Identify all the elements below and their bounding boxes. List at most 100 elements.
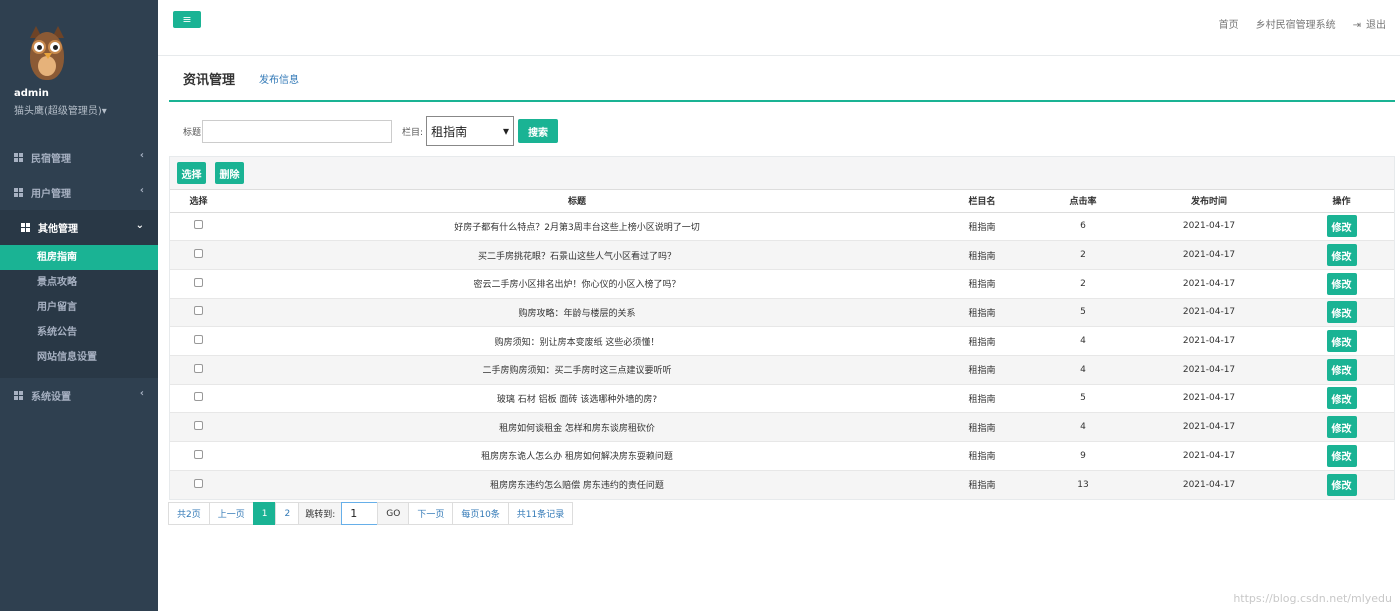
sidebar-nav: 民宿管理 ‹ 用户管理 ‹ 其他管理 ⌄ 租房指南 景点攻略 用户留言 系统公告… [0,140,158,413]
prev-page-button[interactable]: 上一页 [208,502,254,525]
delete-button[interactable]: 删除 [215,162,244,184]
row-actions: 修改 [1289,211,1394,241]
row-checkbox-cell [170,354,227,385]
sidebar-subitem-attractions[interactable]: 景点攻略 [0,270,158,295]
page-header: 资讯管理 发布信息 [169,56,1395,102]
row-checkbox[interactable] [194,449,203,459]
row-checkbox[interactable] [194,392,203,402]
row-actions: 修改 [1289,268,1394,299]
jump-label: 跳转到: [298,502,343,525]
row-checkbox[interactable] [194,478,203,488]
row-column: 租指南 [927,297,1037,327]
caret-down-icon: ▾ [503,124,510,138]
row-title: 租房房东违约怎么赔偿 房东违约的责任问题 [227,469,927,499]
next-page-button[interactable]: 下一页 [408,502,454,525]
sidebar-subitem-rental-guide[interactable]: 租房指南 [0,245,158,270]
chevron-left-icon: ‹ [139,150,144,161]
main-content: 资讯管理 发布信息 标题 栏目: 租指南 ▾ 搜索 选择 删除 选择 标题 栏目… [158,56,1400,611]
sidebar-item-system[interactable]: 系统设置 ‹ [0,378,158,413]
edit-button[interactable]: 修改 [1326,330,1357,353]
edit-button[interactable]: 修改 [1326,215,1357,238]
chevron-left-icon: ‹ [139,388,144,399]
per-page-label[interactable]: 每页10条 [452,502,509,525]
row-clicks: 2 [1037,268,1129,299]
table-row: 买二手房挑花眼？石景山这些人气小区看过了吗？ 租指南 2 2021-04-17 修改 [170,240,1394,270]
edit-button[interactable]: 修改 [1326,473,1357,496]
sidebar-subitem-site-settings[interactable]: 网站信息设置 [0,345,158,370]
grid-icon [21,223,30,232]
page-title: 资讯管理 [183,72,236,88]
row-column: 租指南 [927,354,1037,385]
logout-link[interactable]: ⇥ 退出 [1353,16,1386,31]
sidebar-subitem-messages[interactable]: 用户留言 [0,295,158,320]
edit-button[interactable]: 修改 [1326,301,1357,324]
row-title: 密云二手房小区排名出炉！你心仪的小区入榜了吗？ [227,268,927,299]
search-button[interactable]: 搜索 [518,119,559,143]
page-2-button[interactable]: 2 [275,502,300,525]
news-table-panel: 选择 删除 选择 标题 栏目名 点击率 发布时间 操作 好房子都有什么特点？2月… [169,156,1395,500]
select-all-button[interactable]: 选择 [177,162,206,184]
go-button[interactable]: GO [377,502,410,525]
row-column: 租指南 [927,326,1037,356]
publish-info-link[interactable]: 发布信息 [259,71,299,86]
sidebar-item-other[interactable]: 其他管理 ⌄ [0,210,158,245]
edit-button[interactable]: 修改 [1326,416,1357,439]
user-role-dropdown[interactable]: 猫头鹰(超级管理员)▾ [14,102,158,117]
edit-button[interactable]: 修改 [1326,358,1357,381]
row-clicks: 5 [1037,297,1129,327]
owl-avatar[interactable] [24,22,70,84]
column-select[interactable]: 租指南 ▾ [426,116,515,146]
row-clicks: 4 [1037,354,1129,385]
home-link[interactable]: 首页 [1219,16,1239,31]
sidebar-subitem-announcements[interactable]: 系统公告 [0,320,158,345]
edit-button[interactable]: 修改 [1326,272,1357,295]
row-checkbox-cell [170,268,227,299]
row-checkbox[interactable] [194,249,203,259]
row-date: 2021-04-17 [1129,326,1289,356]
row-title: 租房如何谈租金 怎样和房东谈房租砍价 [227,412,927,442]
table-row: 密云二手房小区排名出炉！你心仪的小区入榜了吗？ 租指南 2 2021-04-17 修改 [170,268,1394,299]
sidebar-item-homestay[interactable]: 民宿管理 ‹ [0,140,158,175]
row-checkbox[interactable] [194,421,203,431]
chevron-left-icon: ‹ [139,185,144,196]
row-checkbox[interactable] [194,335,203,345]
row-clicks: 9 [1037,441,1129,471]
system-link[interactable]: 乡村民宿管理系统 [1256,16,1336,31]
table-row: 购房攻略：年龄与楼层的关系 租指南 5 2021-04-17 修改 [170,297,1394,327]
jump-page-input[interactable]: 1 [341,502,379,525]
row-checkbox[interactable] [194,220,203,230]
edit-button[interactable]: 修改 [1326,444,1357,467]
watermark: https://blog.csdn.net/mlyedu [1233,592,1392,605]
row-checkbox-cell [170,211,227,241]
col-clicks: 点击率 [1037,190,1129,213]
sidebar-submenu: 租房指南 景点攻略 用户留言 系统公告 网站信息设置 [0,245,158,378]
row-title: 买二手房挑花眼？石景山这些人气小区看过了吗？ [227,240,927,270]
menu-toggle-button[interactable]: ≡ [173,11,201,28]
row-title: 好房子都有什么特点？2月第3周丰台这些上榜小区说明了一切 [227,211,927,241]
edit-button[interactable]: 修改 [1326,244,1357,267]
row-date: 2021-04-17 [1129,211,1289,241]
page-1-button[interactable]: 1 [252,502,277,525]
row-checkbox-cell [170,240,227,270]
row-checkbox-cell [170,469,227,499]
title-search-input[interactable] [202,119,393,143]
edit-button[interactable]: 修改 [1326,387,1357,410]
row-title: 购房攻略：年龄与楼层的关系 [227,297,927,327]
row-checkbox-cell [170,412,227,442]
table-row: 二手房购房须知：买二手房时这三点建议要听听 租指南 4 2021-04-17 修改 [170,354,1394,385]
table-row: 租房房东诡人怎么办 租房如何解决房东耍赖问题 租指南 9 2021-04-17 修改 [170,441,1394,471]
search-form: 标题 栏目: 租指南 ▾ 搜索 [183,116,559,146]
table-row: 玻璃 石材 铝板 面砖 该选哪种外墙的房? 租指南 5 2021-04-17 修改 [170,383,1394,413]
column-select-value: 租指南 [431,124,468,139]
row-column: 租指南 [927,211,1037,241]
row-column: 租指南 [927,268,1037,299]
row-checkbox[interactable] [194,277,203,287]
row-column: 租指南 [927,412,1037,442]
row-date: 2021-04-17 [1129,297,1289,327]
row-checkbox-cell [170,326,227,356]
row-title: 玻璃 石材 铝板 面砖 该选哪种外墙的房? [227,383,927,413]
table-row: 购房须知：别让房本变废纸 这些必须懂！ 租指南 4 2021-04-17 修改 [170,326,1394,356]
row-checkbox[interactable] [194,306,203,316]
sidebar-item-users[interactable]: 用户管理 ‹ [0,175,158,210]
row-checkbox[interactable] [194,363,203,373]
